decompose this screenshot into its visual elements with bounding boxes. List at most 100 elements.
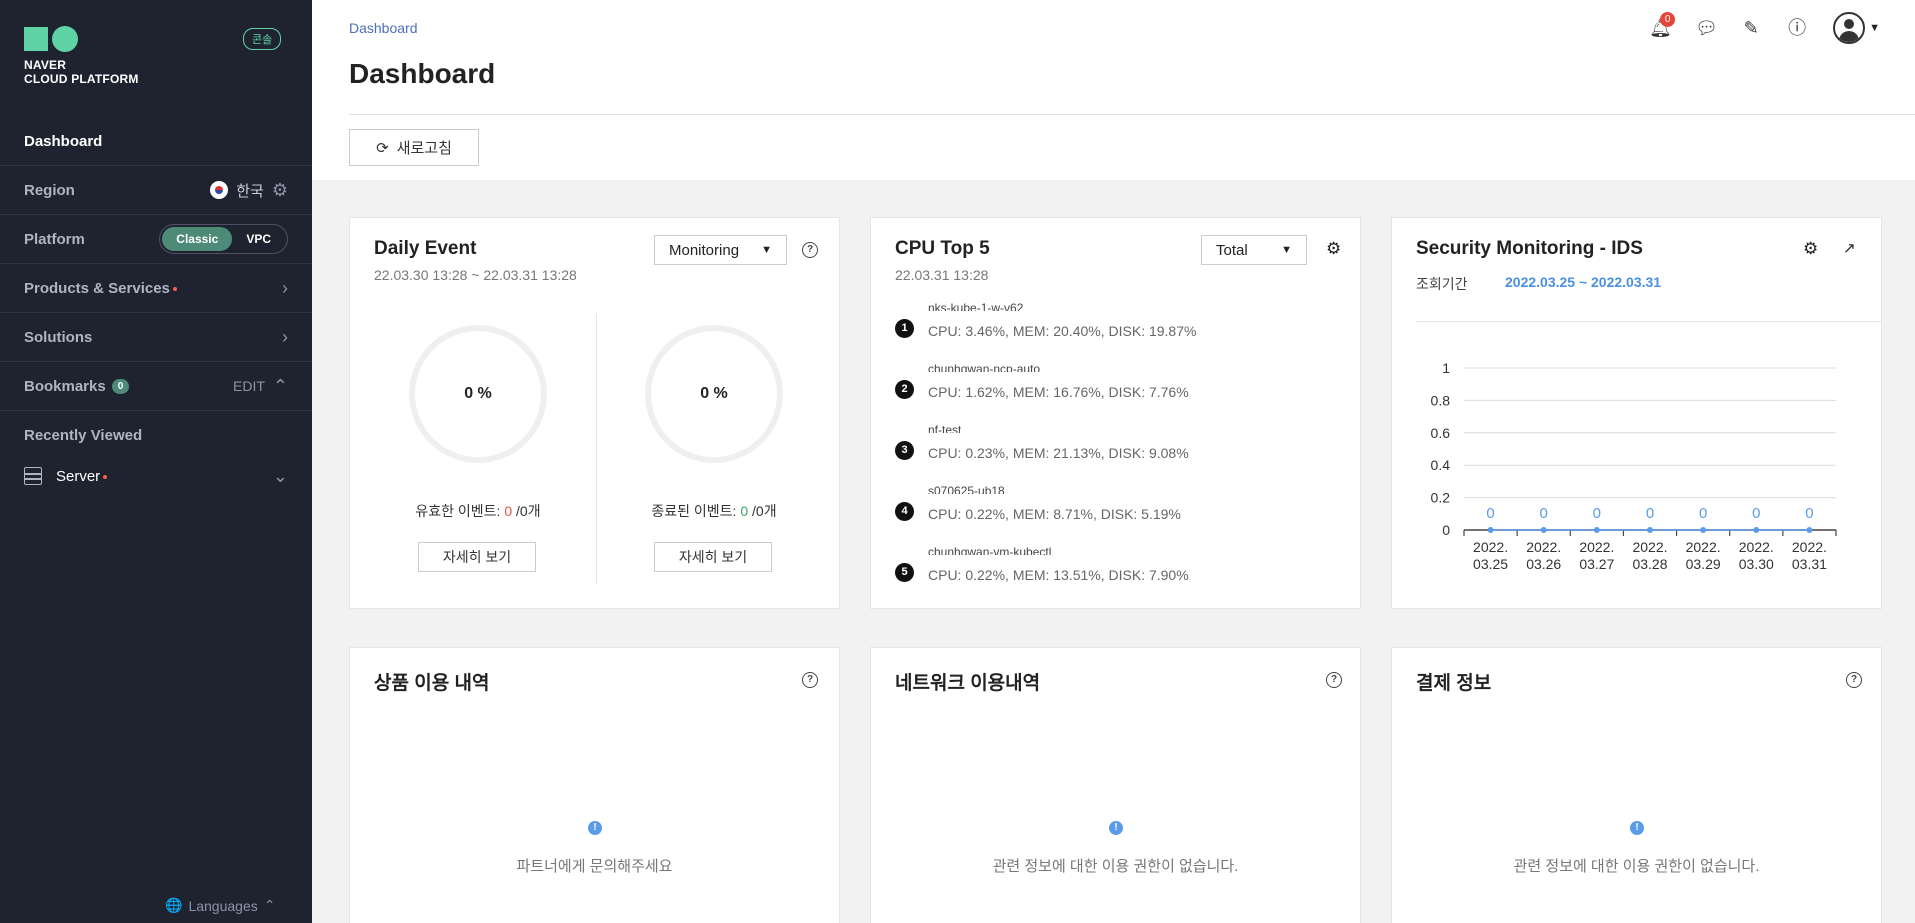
data-point[interactable] [1647,527,1653,533]
server-stat: CPU: 3.46%, MEM: 20.40%, DISK: 19.87% [928,323,1197,339]
bookmarks-count-badge: 0 [111,378,130,394]
notification-count-badge: 0 [1660,12,1676,27]
card-title: Daily Event [374,238,477,259]
server-icon [24,467,42,485]
x-tick-label: 2022. [1473,539,1508,555]
data-label: 0 [1593,505,1601,522]
platform-toggle[interactable]: Classic VPC [159,224,288,254]
breadcrumb[interactable]: Dashboard [349,20,418,36]
ids-card: Security Monitoring - IDS ⚙ ↗ 조회기간 2022.… [1391,217,1882,609]
usage-card: 상품 이용 내역 ? ! 파트너에게 문의해주세요 [349,647,840,923]
x-tick-label: 03.26 [1526,556,1561,572]
chat-icon[interactable]: 💬︎ [1695,18,1718,38]
dropdown-value: Total [1216,241,1248,259]
cpu-top5-time: 22.03.31 13:28 [895,267,989,283]
help-icon[interactable]: ? [1326,672,1342,688]
closed-event-detail-button[interactable]: 자세히 보기 [654,542,772,572]
sidebar-item-products[interactable]: Products & Services › [0,264,312,313]
platform-classic-option[interactable]: Classic [162,227,233,251]
valid-event-ring: 0 % [409,325,547,463]
closed-event-count: 종료된 이벤트: 0 /0개 [614,501,814,521]
globe-icon: 🌐 [165,897,183,913]
cpu-list-item[interactable]: 1 nks-kube-1-w-v62 CPU: 3.46%, MEM: 20.40%… [895,301,1335,351]
evt-total: /0개 [512,503,541,519]
gear-icon[interactable]: ⚙ [1326,239,1341,259]
cpu-list-item[interactable]: 2 chunhgwan-ncp-auto CPU: 1.62%, MEM: 16.7… [895,362,1335,412]
data-label: 0 [1646,505,1654,522]
recent-item-label: Server [56,467,101,485]
external-link-icon[interactable]: ↗ [1843,239,1856,257]
cpu-list-item[interactable]: 3 nf-test CPU: 0.23%, MEM: 21.13%, DISK: 9… [895,423,1335,473]
user-menu[interactable]: ▼ [1833,12,1880,44]
sidebar-item-label: Region [24,181,75,199]
card-title: CPU Top 5 [895,238,990,259]
recent-item-server[interactable]: Server ⌄ [0,458,312,494]
refresh-button[interactable]: ⟳ 새로고침 [349,129,479,166]
card-title: 네트워크 이용내역 [895,673,1041,694]
sidebar-item-label: Bookmarks [24,377,106,395]
monitoring-dropdown[interactable]: Monitoring ▼ [654,235,787,265]
y-tick-label: 1 [1442,360,1450,376]
caret-down-icon: ▼ [761,244,772,256]
x-tick-label: 03.31 [1792,556,1827,572]
sidebar-item-solutions[interactable]: Solutions › [0,313,312,362]
chevron-up-icon[interactable]: ⌃ [273,376,288,397]
billing-card: 결제 정보 ? ! 관련 정보에 대한 이용 권한이 없습니다. [1391,647,1882,923]
data-point[interactable] [1593,527,1600,533]
cpu-list-item[interactable]: 4 s070625-ub18 CPU: 0.22%, MEM: 8.71%, DIS… [895,484,1335,534]
evt-count: 0 [504,503,513,519]
valid-event-percent: 0 % [464,385,492,402]
help-icon[interactable]: ? [802,672,818,688]
gear-icon[interactable]: ⚙ [1803,239,1818,259]
card-title: Security Monitoring - IDS [1416,238,1643,259]
top-toolbar: 🔔︎ 0 💬︎ ✎ ⓘ ▼ [1649,12,1880,44]
avatar [1833,12,1866,44]
data-label: 0 [1699,505,1707,522]
bookmarks-edit-button[interactable]: EDIT [233,378,265,394]
chevron-right-icon: › [282,277,288,298]
naver-cloud-logo[interactable]: NAVER CLOUD PLATFORM [24,26,139,86]
data-point[interactable] [1753,527,1760,533]
header-divider [349,114,1915,115]
y-tick-label: 0 [1442,522,1450,538]
platform-vpc-option[interactable]: VPC [232,227,285,251]
x-tick-label: 2022. [1632,539,1667,555]
korea-flag-icon [210,181,229,199]
new-dot-icon [172,287,177,291]
server-stat: CPU: 0.22%, MEM: 13.51%, DISK: 7.90% [928,567,1189,583]
server-name: s070625-ub18 [928,484,1005,494]
languages-button[interactable]: 🌐 Languages ⌃ [165,897,275,914]
data-point[interactable] [1700,527,1707,533]
divider [596,314,597,584]
gear-icon[interactable]: ⚙ [272,180,288,201]
console-badge[interactable]: 콘솔 [243,28,282,50]
data-point[interactable] [1487,527,1494,533]
sidebar-item-bookmarks[interactable]: Bookmarks 0 EDIT ⌃ [0,362,312,411]
server-name: nf-test [928,423,962,433]
evt-label: 유효한 이벤트: [415,503,505,519]
sidebar-item-dashboard[interactable]: Dashboard [0,117,312,166]
cpu-top5-card: CPU Top 5 22.03.31 13:28 Total ▼ ⚙ 1 nks-k… [870,217,1361,609]
x-tick-label: 2022. [1579,539,1614,555]
help-icon[interactable]: ? [802,242,818,258]
data-point[interactable] [1540,527,1547,533]
info-document-icon[interactable]: ⓘ [1787,18,1807,38]
ids-divider [1416,321,1882,322]
data-label: 0 [1805,505,1813,522]
rank-badge: 4 [895,502,914,521]
help-icon[interactable]: ? [1846,672,1862,688]
valid-event-count: 유효한 이벤트: 0 /0개 [378,501,578,521]
closed-event-ring: 0 % [645,325,783,463]
sidebar: NAVER CLOUD PLATFORM 콘솔 Dashboard Region… [0,0,312,923]
bell-icon[interactable]: 🔔︎ 0 [1649,12,1676,38]
chevron-down-icon[interactable]: ⌄ [273,466,288,487]
card-title: 결제 정보 [1416,673,1492,694]
note-edit-icon[interactable]: ✎ [1741,18,1761,38]
sidebar-item-region[interactable]: Region 한국 ⚙ [0,166,312,215]
x-tick-label: 03.27 [1579,556,1614,572]
valid-event-detail-button[interactable]: 자세히 보기 [418,542,536,572]
y-tick-label: 0.8 [1431,392,1451,408]
cpu-scope-dropdown[interactable]: Total ▼ [1201,235,1307,265]
cpu-list-item[interactable]: 5 chunhgwan-vm-kubectl CPU: 0.22%, MEM: 13… [895,545,1335,595]
data-point[interactable] [1806,527,1813,533]
